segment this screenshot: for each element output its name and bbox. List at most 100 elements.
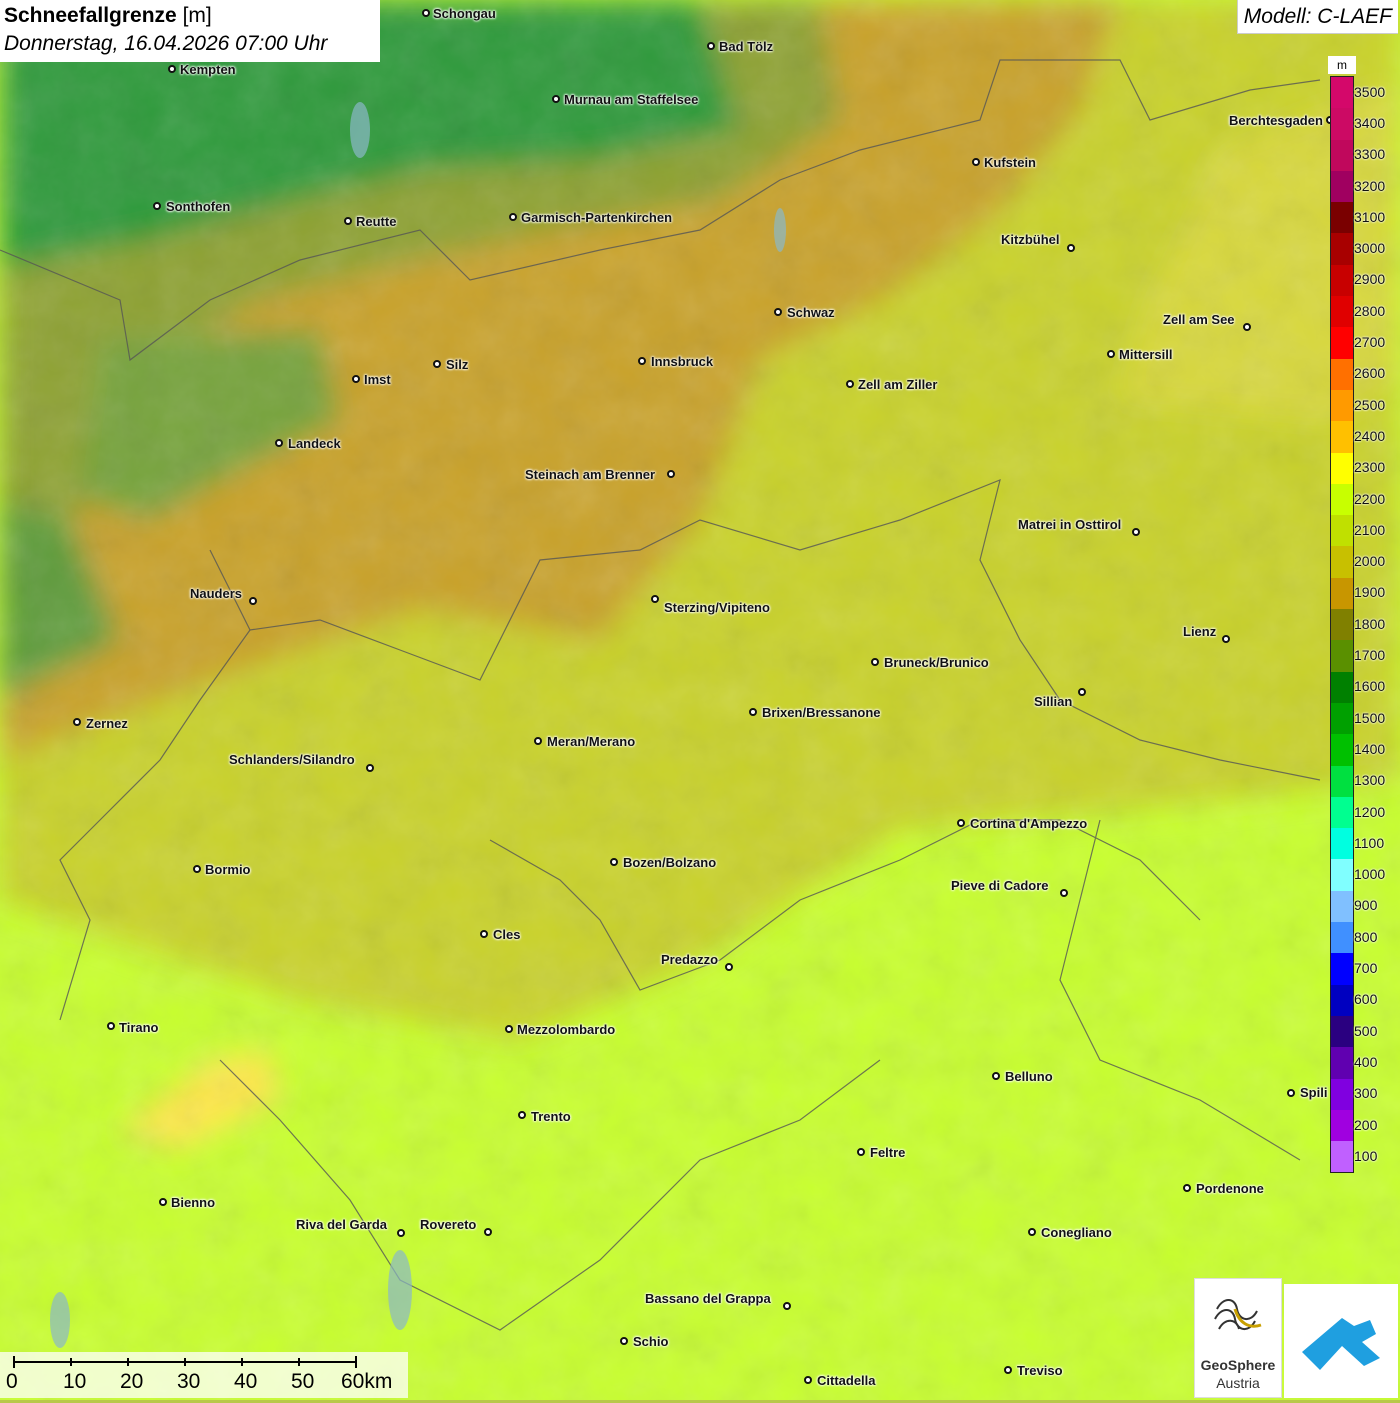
city-marker[interactable] — [610, 858, 618, 866]
city-label[interactable]: Schwaz — [787, 306, 835, 320]
city-marker[interactable] — [344, 217, 352, 225]
city-label[interactable]: Bruneck/Brunico — [884, 656, 989, 670]
city-label[interactable]: Feltre — [870, 1146, 905, 1160]
city-marker[interactable] — [749, 708, 757, 716]
app-logo[interactable] — [1284, 1284, 1398, 1398]
city-label[interactable]: Bassano del Grappa — [645, 1292, 771, 1306]
city-marker[interactable] — [667, 470, 675, 478]
city-label[interactable]: Steinach am Brenner — [525, 468, 655, 482]
city-label[interactable]: Landeck — [288, 437, 341, 451]
city-label[interactable]: Innsbruck — [651, 355, 713, 369]
city-marker[interactable] — [638, 357, 646, 365]
city-label[interactable]: Mezzolombardo — [517, 1023, 615, 1037]
city-marker[interactable] — [433, 360, 441, 368]
city-marker[interactable] — [422, 9, 430, 17]
city-label[interactable]: Riva del Garda — [296, 1218, 387, 1232]
city-marker[interactable] — [505, 1025, 513, 1033]
city-marker[interactable] — [783, 1302, 791, 1310]
city-marker[interactable] — [846, 380, 854, 388]
city-label[interactable]: Predazzo — [661, 953, 718, 967]
city-marker[interactable] — [620, 1337, 628, 1345]
city-marker[interactable] — [484, 1228, 492, 1236]
city-label[interactable]: Pordenone — [1196, 1182, 1264, 1196]
city-label[interactable]: Cortina d'Ampezzo — [970, 817, 1087, 831]
city-marker[interactable] — [651, 595, 659, 603]
city-label[interactable]: Mittersill — [1119, 348, 1172, 362]
city-label[interactable]: Spili — [1300, 1086, 1327, 1100]
city-label[interactable]: Bormio — [205, 863, 251, 877]
city-marker[interactable] — [168, 65, 176, 73]
city-label[interactable]: Kufstein — [984, 156, 1036, 170]
city-label[interactable]: Matrei in Osttirol — [1018, 518, 1121, 532]
city-label[interactable]: Zell am Ziller — [858, 378, 937, 392]
city-marker[interactable] — [1183, 1184, 1191, 1192]
city-label[interactable]: Pieve di Cadore — [951, 879, 1049, 893]
city-label[interactable]: Schio — [633, 1335, 668, 1349]
city-label[interactable]: Brixen/Bressanone — [762, 706, 881, 720]
city-label[interactable]: Sillian — [1034, 695, 1072, 709]
city-marker[interactable] — [707, 42, 715, 50]
city-marker[interactable] — [972, 158, 980, 166]
city-marker[interactable] — [1028, 1228, 1036, 1236]
city-label[interactable]: Rovereto — [420, 1218, 476, 1232]
city-label[interactable]: Berchtesgaden — [1229, 114, 1323, 128]
city-label[interactable]: Nauders — [190, 587, 242, 601]
city-label[interactable]: Bozen/Bolzano — [623, 856, 716, 870]
city-label[interactable]: Kempten — [180, 63, 236, 77]
city-label[interactable]: Silz — [446, 358, 468, 372]
city-marker[interactable] — [804, 1376, 812, 1384]
city-marker[interactable] — [397, 1229, 405, 1237]
city-label[interactable]: Meran/Merano — [547, 735, 635, 749]
city-label[interactable]: Zernez — [86, 717, 128, 731]
city-marker[interactable] — [1132, 528, 1140, 536]
city-label[interactable]: Zell am See — [1163, 313, 1235, 327]
city-label[interactable]: Conegliano — [1041, 1226, 1112, 1240]
city-marker[interactable] — [774, 308, 782, 316]
city-marker[interactable] — [992, 1072, 1000, 1080]
city-marker[interactable] — [534, 737, 542, 745]
city-marker[interactable] — [73, 718, 81, 726]
city-marker[interactable] — [1243, 323, 1251, 331]
city-marker[interactable] — [193, 865, 201, 873]
city-marker[interactable] — [275, 439, 283, 447]
city-label[interactable]: Treviso — [1017, 1364, 1063, 1378]
city-label[interactable]: Lienz — [1183, 625, 1216, 639]
city-label[interactable]: Tirano — [119, 1021, 159, 1035]
city-label[interactable]: Murnau am Staffelsee — [564, 93, 698, 107]
city-marker[interactable] — [480, 930, 488, 938]
city-label[interactable]: Sterzing/Vipiteno — [664, 601, 770, 615]
city-label[interactable]: Schongau — [433, 7, 496, 21]
city-label[interactable]: Garmisch-Partenkirchen — [521, 211, 672, 225]
city-marker[interactable] — [1078, 688, 1086, 696]
city-label[interactable]: Trento — [531, 1110, 571, 1124]
city-marker[interactable] — [1067, 244, 1075, 252]
city-label[interactable]: Sonthofen — [166, 200, 230, 214]
city-marker[interactable] — [159, 1198, 167, 1206]
city-marker[interactable] — [249, 597, 257, 605]
city-label[interactable]: Reutte — [356, 215, 396, 229]
city-marker[interactable] — [1222, 635, 1230, 643]
city-marker[interactable] — [153, 202, 161, 210]
city-marker[interactable] — [957, 819, 965, 827]
city-marker[interactable] — [352, 375, 360, 383]
city-label[interactable]: Kitzbühel — [1001, 233, 1060, 247]
city-marker[interactable] — [509, 213, 517, 221]
city-marker[interactable] — [871, 658, 879, 666]
city-marker[interactable] — [366, 764, 374, 772]
city-label[interactable]: Bienno — [171, 1196, 215, 1210]
city-label[interactable]: Bad Tölz — [719, 40, 773, 54]
city-marker[interactable] — [552, 95, 560, 103]
city-marker[interactable] — [1060, 889, 1068, 897]
city-label[interactable]: Schlanders/Silandro — [229, 753, 355, 767]
city-label[interactable]: Cittadella — [817, 1374, 876, 1388]
city-marker[interactable] — [1287, 1089, 1295, 1097]
city-label[interactable]: Cles — [493, 928, 520, 942]
city-marker[interactable] — [107, 1022, 115, 1030]
city-marker[interactable] — [518, 1111, 526, 1119]
city-label[interactable]: Belluno — [1005, 1070, 1053, 1084]
city-marker[interactable] — [725, 963, 733, 971]
city-label[interactable]: Imst — [364, 373, 391, 387]
city-marker[interactable] — [1107, 350, 1115, 358]
city-marker[interactable] — [1004, 1366, 1012, 1374]
city-marker[interactable] — [857, 1148, 865, 1156]
